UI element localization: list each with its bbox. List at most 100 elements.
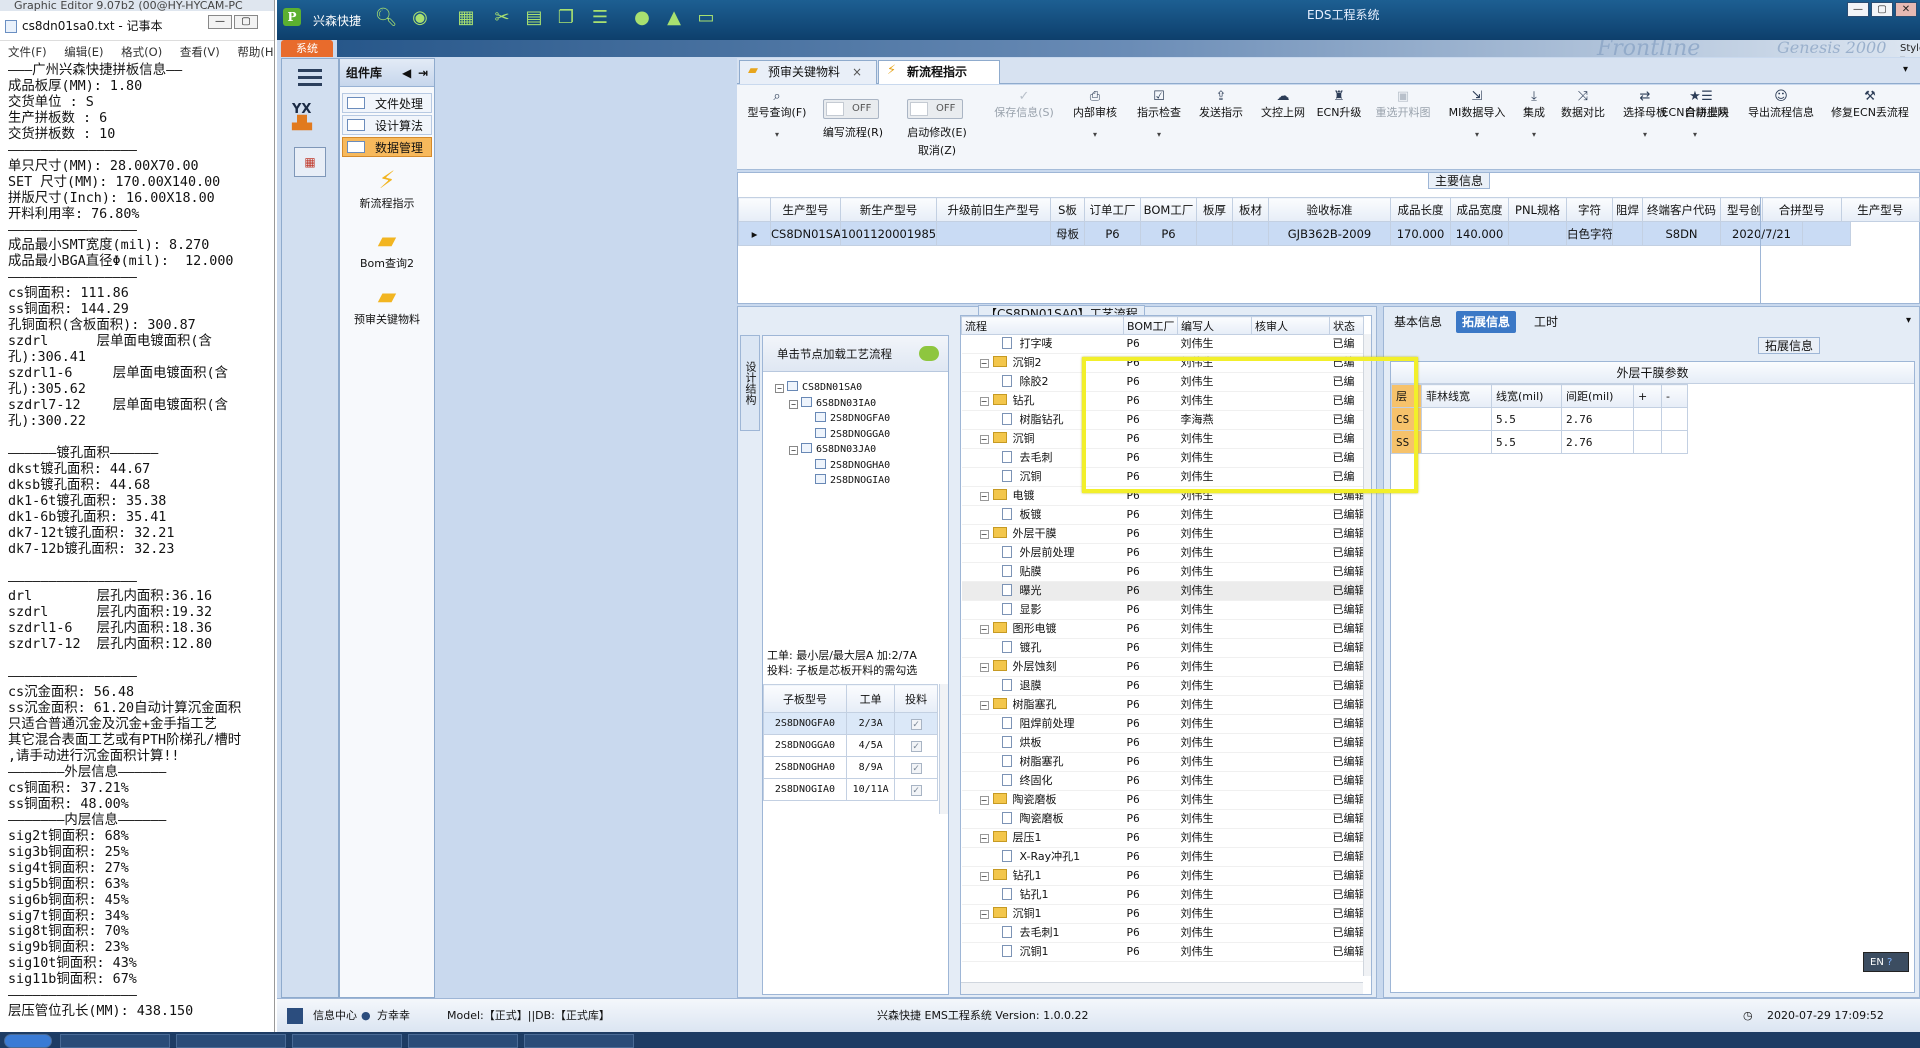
flow-row[interactable]: 外层前处理 P6 刘伟生 已编辑 — [961, 543, 1364, 563]
flow-bom-cell[interactable]: P6 — [1123, 752, 1178, 772]
flow-bom-cell[interactable]: P6 — [1123, 676, 1178, 696]
dry-film-cell[interactable]: 5.5 — [1491, 430, 1562, 454]
globe-icon[interactable]: ◉ — [407, 7, 433, 29]
sub-board-row[interactable]: 2S8DNOGFA0 2/3A ✓ — [763, 712, 938, 735]
dry-film-cell[interactable] — [1661, 407, 1688, 431]
main-info-header[interactable]: 验收标准 — [1268, 197, 1391, 222]
cancel-label[interactable]: 取消(Z) — [901, 142, 973, 158]
flow-name-cell[interactable]: − 树脂塞孔 — [961, 695, 1124, 715]
tree-node[interactable]: 2S8DNOGGA0 — [803, 427, 890, 443]
expand-icon[interactable]: − — [979, 701, 989, 710]
tree-node[interactable]: 2S8DNOGHA0 — [803, 458, 890, 474]
main-info-cell[interactable]: GJB362B-2009 — [1268, 221, 1391, 246]
dry-film-header[interactable]: + — [1633, 384, 1662, 408]
flow-bom-cell[interactable]: P6 — [1123, 923, 1178, 943]
flow-status-cell[interactable]: 已编辑 — [1329, 828, 1364, 848]
internal-review-button[interactable]: ⎙ 内部审核 ▾ — [1067, 89, 1123, 142]
flow-bom-cell[interactable]: P6 — [1123, 714, 1178, 734]
expand-icon[interactable]: − — [979, 492, 989, 501]
sub-board-row[interactable]: 2S8DNOGGA0 4/5A ✓ — [763, 734, 938, 757]
expand-icon[interactable]: − — [979, 530, 989, 539]
flow-writer-cell[interactable]: 刘伟生 — [1177, 695, 1252, 715]
yx-module-icon[interactable]: YX ▟▙ — [292, 103, 328, 137]
flow-reviewer-cell[interactable] — [1251, 942, 1330, 962]
flow-writer-cell[interactable]: 刘伟生 — [1177, 790, 1252, 810]
flow-writer-cell[interactable]: 刘伟生 — [1177, 562, 1252, 582]
window-maximize-button[interactable]: ▢ — [1871, 2, 1893, 17]
copy-icon[interactable]: ❐ — [553, 7, 579, 29]
calculator-icon[interactable]: ▦ — [294, 147, 326, 177]
flow-status-cell[interactable]: 已编辑 — [1329, 657, 1364, 677]
main-info-cell[interactable]: 2020/7/21 — [1720, 221, 1803, 246]
sub-board-cell[interactable]: 2S8DNOGHA0 — [763, 756, 847, 779]
flow-row[interactable]: X-Ray冲孔1 P6 刘伟生 已编辑 — [961, 847, 1364, 867]
flow-bom-cell[interactable]: P6 — [1123, 733, 1178, 753]
main-info-header[interactable]: PNL规格 — [1508, 197, 1567, 222]
export-flow-button[interactable]: ☺ 导出流程信息 — [1741, 89, 1821, 120]
main-info-cell[interactable] — [1196, 221, 1233, 246]
chevron-down-icon[interactable]: ▾ — [1903, 64, 1908, 75]
window-icon[interactable]: ▭ — [693, 7, 719, 29]
expand-icon[interactable]: − — [979, 625, 989, 634]
dry-film-cell[interactable] — [1661, 430, 1688, 454]
flow-reviewer-cell[interactable] — [1251, 505, 1330, 525]
taskbar-app[interactable] — [524, 1034, 634, 1048]
flow-row[interactable]: − 树脂塞孔 P6 刘伟生 已编辑 — [961, 695, 1364, 715]
flow-row[interactable]: − 图形电镀 P6 刘伟生 已编辑 — [961, 619, 1364, 639]
flow-writer-cell[interactable]: 刘伟生 — [1177, 866, 1252, 886]
menu-edit[interactable]: 编辑(E) — [64, 45, 103, 59]
sub-board-row[interactable]: 2S8DNOGIA0 10/11A ✓ — [763, 778, 938, 801]
flow-name-cell[interactable]: 陶瓷磨板 — [961, 809, 1124, 829]
feed-checkbox[interactable]: ✓ — [910, 719, 922, 730]
flow-writer-cell[interactable]: 刘伟生 — [1177, 847, 1252, 867]
sub-board-table[interactable]: 子板型号 工单 投料 2S8DNOGFA0 2/3A ✓ 2S8DNOGGA0 4/5A ✓ 2… — [763, 684, 938, 801]
main-info-header[interactable]: 订单工厂 — [1084, 197, 1141, 222]
window-minimize-button[interactable]: — — [1847, 2, 1869, 17]
flow-row[interactable]: − 外层蚀刻 P6 刘伟生 已编辑 — [961, 657, 1364, 677]
grid-icon[interactable]: ▦ — [453, 7, 479, 29]
flow-status-cell[interactable]: 已编辑 — [1329, 676, 1364, 696]
flow-reviewer-cell[interactable] — [1251, 752, 1330, 772]
main-info-cell[interactable]: P6 — [1084, 221, 1141, 246]
flow-writer-cell[interactable]: 刘伟生 — [1177, 581, 1252, 601]
flow-bom-cell[interactable]: P6 — [1123, 638, 1178, 658]
flow-status-cell[interactable]: 已编辑 — [1329, 638, 1364, 658]
ecn-auto-online-button[interactable]: ★ ECN自动上网 ▾ — [1659, 89, 1731, 142]
flow-name-cell[interactable]: 沉铜1 — [961, 942, 1124, 962]
main-info-cell[interactable] — [936, 221, 1051, 246]
flow-row[interactable]: 去毛刺1 P6 刘伟生 已编辑 — [961, 923, 1364, 943]
flow-status-cell[interactable]: 已编 — [1329, 334, 1364, 354]
flow-reviewer-cell[interactable] — [1251, 885, 1330, 905]
tab-basic-info[interactable]: 基本信息 — [1388, 311, 1448, 333]
dry-film-cell[interactable]: 2.76 — [1561, 407, 1634, 431]
flow-row[interactable]: 钻孔1 P6 刘伟生 已编辑 — [961, 885, 1364, 905]
flow-name-cell[interactable]: 显影 — [961, 600, 1124, 620]
row-indicator[interactable]: ▸ — [738, 221, 771, 246]
flow-row[interactable]: − 外层干膜 P6 刘伟生 已编辑 — [961, 524, 1364, 544]
main-info-header[interactable]: 升级前旧生产型号 — [936, 197, 1051, 222]
feed-checkbox-cell[interactable]: ✓ — [894, 712, 938, 735]
main-info-cell[interactable]: 母板 — [1050, 221, 1085, 246]
flow-writer-cell[interactable]: 刘伟生 — [1177, 733, 1252, 753]
flow-row[interactable]: − 层压1 P6 刘伟生 已编辑 — [961, 828, 1364, 848]
nav-new-flow[interactable]: ⚡ 新流程指示 — [340, 168, 434, 211]
flow-row[interactable]: 显影 P6 刘伟生 已编辑 — [961, 600, 1364, 620]
design-structure-tab[interactable]: 设计结构 — [740, 335, 760, 431]
flow-row[interactable]: 终固化 P6 刘伟生 已编辑 — [961, 771, 1364, 791]
flow-bom-cell[interactable]: P6 — [1123, 847, 1178, 867]
flow-reviewer-cell[interactable] — [1251, 904, 1330, 924]
flow-reviewer-cell[interactable] — [1251, 828, 1330, 848]
flow-bom-cell[interactable]: P6 — [1123, 619, 1178, 639]
flow-name-cell[interactable]: − 图形电镀 — [961, 619, 1124, 639]
main-info-cell[interactable]: 140.000 — [1450, 221, 1509, 246]
tree-node[interactable]: 2S8DNOGFA0 — [803, 411, 890, 427]
feed-checkbox-cell[interactable]: ✓ — [894, 756, 938, 779]
flow-name-cell[interactable]: − 外层干膜 — [961, 524, 1124, 544]
flow-status-cell[interactable]: 已编辑 — [1329, 847, 1364, 867]
flow-bom-cell[interactable]: P6 — [1123, 581, 1178, 601]
main-info-header[interactable]: 成品长度 — [1390, 197, 1451, 222]
tab-work-hours[interactable]: 工时 — [1528, 311, 1564, 333]
flow-row[interactable]: 打字唛 P6 刘伟生 已编 — [961, 334, 1364, 354]
menu-format[interactable]: 格式(O) — [121, 45, 162, 59]
flow-status-cell[interactable]: 已编辑 — [1329, 600, 1364, 620]
